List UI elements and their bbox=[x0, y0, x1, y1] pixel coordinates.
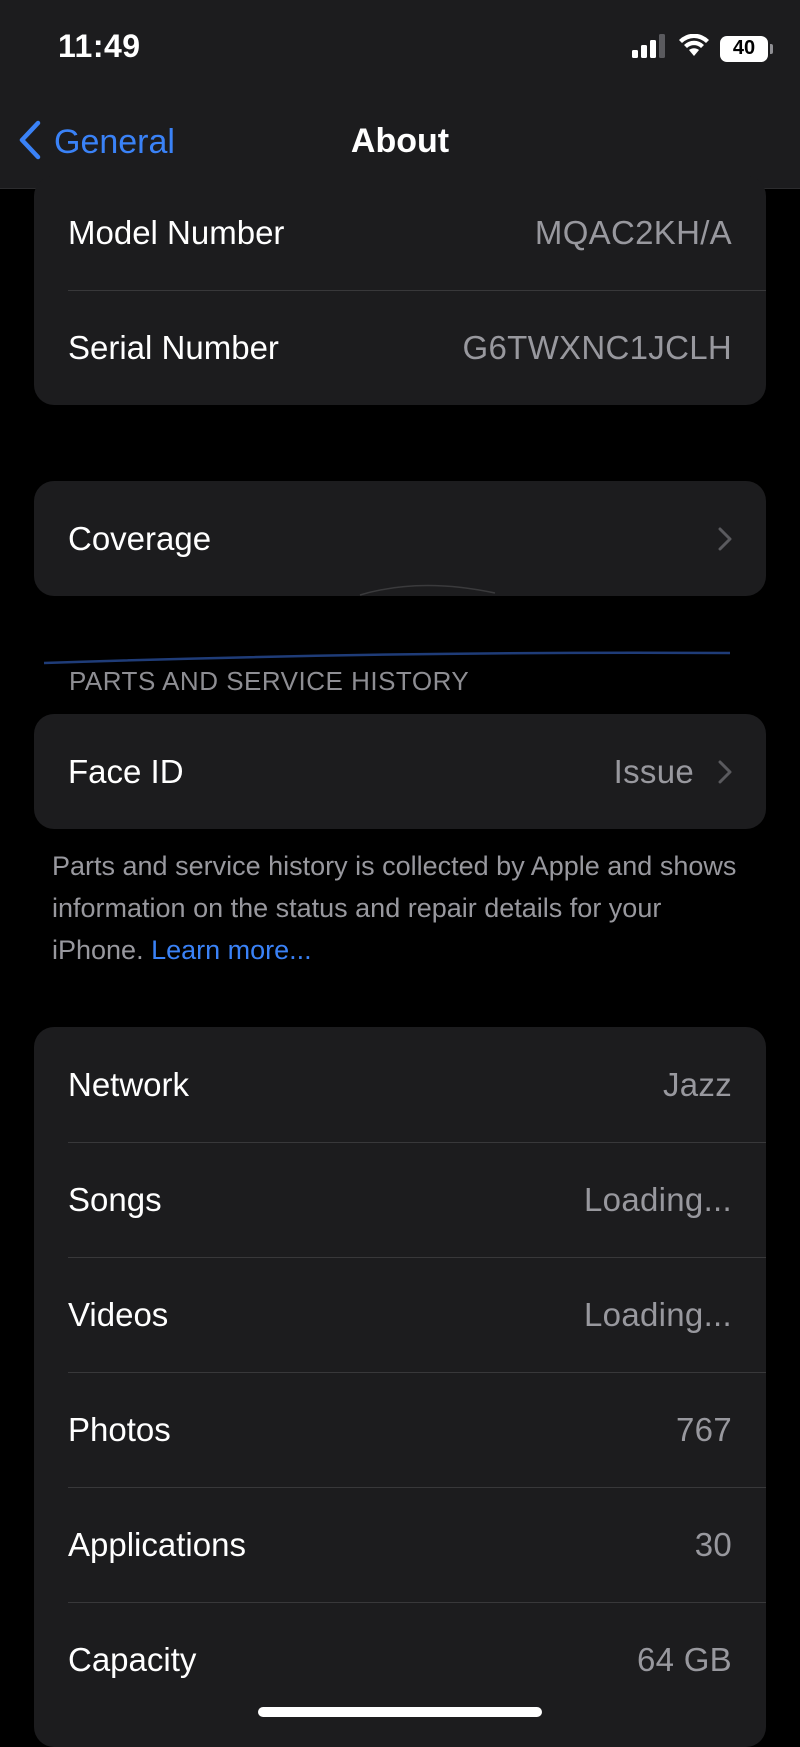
row-label: Videos bbox=[68, 1295, 169, 1333]
row-value: 64 GB bbox=[636, 1640, 732, 1678]
face-id-row[interactable]: Face ID Issue bbox=[34, 714, 766, 829]
chevron-right-icon bbox=[718, 760, 732, 784]
row-value: MQAC2KH/A bbox=[534, 214, 732, 251]
songs-row[interactable]: Songs Loading... bbox=[34, 1142, 766, 1257]
row-label: Face ID bbox=[68, 752, 184, 790]
status-time: 11:49 bbox=[58, 28, 141, 64]
learn-more-link[interactable]: Learn more... bbox=[151, 935, 312, 965]
capacity-row[interactable]: Capacity 64 GB bbox=[34, 1602, 766, 1717]
page-title: About bbox=[350, 122, 450, 160]
status-bar: 11:49 40 bbox=[0, 0, 800, 100]
row-label: Photos bbox=[68, 1410, 171, 1448]
model-number-row[interactable]: Model Number MQAC2KH/A bbox=[34, 176, 766, 290]
videos-row[interactable]: Videos Loading... bbox=[34, 1257, 766, 1372]
parts-service-footnote: Parts and service history is collected b… bbox=[52, 845, 752, 971]
status-icons: 40 bbox=[632, 33, 773, 63]
row-label: Model Number bbox=[68, 214, 285, 251]
device-info-card: Network Jazz Songs Loading... Videos Loa… bbox=[34, 1027, 766, 1747]
row-label: Network bbox=[68, 1065, 190, 1103]
battery-icon: 40 bbox=[720, 35, 773, 62]
cellular-signal-icon bbox=[632, 34, 668, 63]
parts-service-card: Face ID Issue bbox=[34, 714, 766, 829]
row-value: 30 bbox=[694, 1525, 732, 1563]
row-label: Coverage bbox=[68, 519, 212, 557]
network-row[interactable]: Network Jazz bbox=[34, 1027, 766, 1142]
row-label: Applications bbox=[68, 1525, 246, 1563]
row-value: G6TWXNC1JCLH bbox=[462, 328, 732, 366]
row-label: Serial Number bbox=[68, 328, 279, 366]
identity-card: Model Number MQAC2KH/A Serial Number G6T… bbox=[34, 176, 766, 405]
chevron-right-icon bbox=[718, 527, 732, 551]
row-value: Issue bbox=[613, 752, 694, 790]
applications-row[interactable]: Applications 30 bbox=[34, 1487, 766, 1602]
row-value: Loading... bbox=[584, 1180, 732, 1218]
home-indicator[interactable] bbox=[258, 1707, 542, 1717]
serial-number-row[interactable]: Serial Number G6TWXNC1JCLH bbox=[34, 290, 766, 405]
row-value: 767 bbox=[676, 1410, 732, 1448]
scribble-mark bbox=[43, 584, 731, 665]
row-value: Loading... bbox=[584, 1295, 732, 1333]
row-label: Songs bbox=[68, 1180, 162, 1218]
section-header-parts-service: PARTS AND SERVICE HISTORY bbox=[69, 666, 470, 696]
photos-row[interactable]: Photos 767 bbox=[34, 1372, 766, 1487]
row-value: Jazz bbox=[662, 1065, 732, 1103]
wifi-icon bbox=[678, 33, 710, 63]
row-label: Capacity bbox=[68, 1640, 197, 1678]
